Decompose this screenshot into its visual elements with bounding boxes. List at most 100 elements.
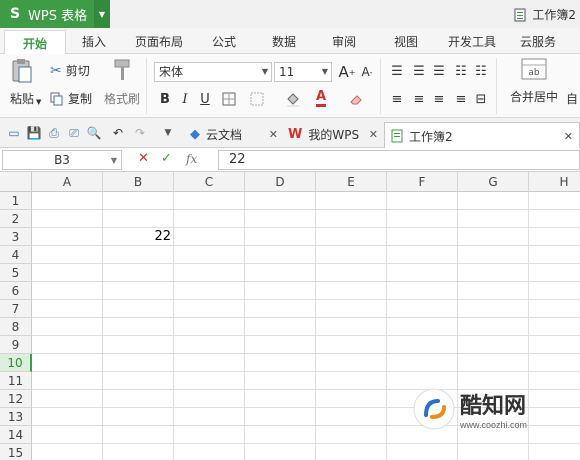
cut-button[interactable]: ✂ 剪切	[50, 62, 90, 79]
column-header[interactable]: D	[245, 172, 316, 192]
column-header[interactable]: E	[316, 172, 387, 192]
column-header[interactable]: F	[387, 172, 458, 192]
indent-icon: ☷	[475, 63, 487, 79]
tab-formulas[interactable]: 公式	[202, 28, 246, 54]
shrink-font-button[interactable]: A-	[358, 63, 376, 81]
quick-access-bar: ▭ 💾 ⎙ ⎚ 🔍 ↶ ↷ ▼ ◆ 云文档 ✕ W 我的WPS ✕ 工作簿2 ✕	[0, 118, 580, 149]
row-header[interactable]: 3	[0, 228, 32, 246]
tab-data[interactable]: 数据	[262, 28, 306, 54]
font-size-select[interactable]: 11 ▼	[274, 62, 332, 82]
align-top-button[interactable]: ☰	[388, 62, 406, 80]
italic-button[interactable]: I	[176, 90, 194, 108]
redo-icon[interactable]: ↷	[132, 125, 148, 141]
row-header[interactable]: 13	[0, 408, 32, 426]
gridline-horizontal	[32, 335, 580, 336]
distributed-button[interactable]: ⊟	[472, 90, 490, 108]
row-header[interactable]: 8	[0, 318, 32, 336]
tab-page-layout[interactable]: 页面布局	[130, 28, 188, 54]
app-menu-button[interactable]: S WPS 表格 ▼	[0, 0, 110, 28]
window-doc-title: 工作簿2	[532, 8, 576, 22]
chevron-down-icon[interactable]: ▼	[94, 0, 110, 28]
cell-style-button[interactable]	[248, 90, 266, 108]
bold-button[interactable]: B	[156, 90, 174, 108]
align-middle-button[interactable]: ☰	[410, 62, 428, 80]
fill-color-button[interactable]	[284, 90, 302, 108]
borders-button[interactable]	[220, 90, 238, 108]
confirm-icon[interactable]: ✓	[161, 151, 172, 166]
spreadsheet-doc-icon	[514, 8, 526, 21]
close-icon[interactable]: ✕	[564, 130, 573, 143]
clear-format-button[interactable]	[348, 90, 366, 108]
column-header[interactable]: H	[529, 172, 580, 192]
tab-developer[interactable]: 开发工具	[440, 28, 504, 54]
tab-cloud-services[interactable]: 云服务	[512, 28, 564, 54]
close-icon[interactable]: ✕	[369, 128, 378, 141]
chevron-down-icon: ▼	[321, 67, 328, 76]
doc-tab-cloud-docs[interactable]: ◆ 云文档 ✕	[186, 121, 284, 148]
save-icon[interactable]: 💾	[26, 125, 42, 141]
doc-tab-workbook2[interactable]: 工作簿2 ✕	[384, 122, 580, 149]
row-header[interactable]: 15	[0, 444, 32, 460]
decrease-indent-button[interactable]: ☷	[452, 62, 470, 80]
row-header[interactable]: 5	[0, 264, 32, 282]
print-preview-icon[interactable]: 🔍	[86, 125, 102, 141]
new-file-icon[interactable]: ▭	[6, 125, 22, 141]
doc-tab-my-wps[interactable]: W 我的WPS ✕	[286, 121, 382, 148]
fx-icon[interactable]: fx	[186, 152, 197, 166]
print-icon[interactable]: ⎚	[66, 125, 82, 141]
format-painter-label: 格式刷	[103, 92, 140, 106]
row-header[interactable]: 2	[0, 210, 32, 228]
cancel-icon[interactable]: ✕	[138, 151, 149, 166]
column-header[interactable]: A	[32, 172, 103, 192]
font-color-button[interactable]: A	[312, 89, 330, 107]
row-header[interactable]: 11	[0, 372, 32, 390]
close-icon[interactable]: ✕	[269, 128, 278, 141]
row-header[interactable]: 9	[0, 336, 32, 354]
chevron-down-icon[interactable]: ▼	[36, 98, 41, 106]
column-header[interactable]: B	[103, 172, 174, 192]
row-header[interactable]: 10	[0, 354, 32, 372]
row-header[interactable]: 4	[0, 246, 32, 264]
eraser-icon	[350, 95, 362, 105]
undo-icon[interactable]: ↶	[110, 125, 126, 141]
cell-b3[interactable]: 22	[103, 228, 174, 246]
column-header[interactable]: G	[458, 172, 529, 192]
grow-font-button[interactable]: A +	[338, 63, 356, 81]
doc-tab-label: 云文档	[206, 128, 243, 142]
row-header[interactable]: 14	[0, 426, 32, 444]
auto-wrap-button[interactable]: 自	[566, 90, 578, 107]
column-header[interactable]: C	[174, 172, 245, 192]
gridline-horizontal	[32, 281, 580, 282]
formula-input[interactable]: 22	[218, 150, 580, 170]
format-painter-button[interactable]: 格式刷	[102, 58, 142, 114]
gridline-horizontal	[32, 443, 580, 444]
export-pdf-icon[interactable]: ⎙	[46, 125, 62, 141]
copy-button[interactable]: 复制	[50, 90, 92, 107]
font-name-select[interactable]: 宋体 ▼	[154, 62, 272, 82]
justify-button[interactable]: ≡	[452, 90, 470, 108]
tab-view[interactable]: 视图	[384, 28, 428, 54]
distributed-icon: ⊟	[475, 91, 487, 107]
tab-insert[interactable]: 插入	[72, 28, 116, 54]
row-header[interactable]: 6	[0, 282, 32, 300]
tab-review[interactable]: 审阅	[322, 28, 366, 54]
align-left-button[interactable]: ≡	[388, 90, 406, 108]
paste-button[interactable]: 粘贴 ▼	[6, 58, 41, 114]
grow-font-icon: A	[338, 63, 349, 81]
select-all-corner[interactable]	[0, 172, 32, 192]
underline-button[interactable]: U	[196, 90, 214, 108]
align-bottom-button[interactable]: ☰	[430, 62, 448, 80]
chevron-down-icon[interactable]: ▼	[160, 125, 176, 141]
align-center-button[interactable]: ≡	[410, 90, 428, 108]
auto-wrap-label: 自	[566, 92, 579, 106]
ribbon-divider	[496, 58, 497, 114]
font-color-icon: A	[315, 89, 327, 107]
align-right-button[interactable]: ≡	[430, 90, 448, 108]
row-header[interactable]: 7	[0, 300, 32, 318]
increase-indent-button[interactable]: ☷	[472, 62, 490, 80]
name-box[interactable]: B3 ▼	[2, 150, 122, 170]
row-header[interactable]: 12	[0, 390, 32, 408]
tab-home[interactable]: 开始	[4, 30, 66, 55]
row-header[interactable]: 1	[0, 192, 32, 210]
merge-center-button[interactable]: ab 合并居中	[502, 58, 566, 114]
